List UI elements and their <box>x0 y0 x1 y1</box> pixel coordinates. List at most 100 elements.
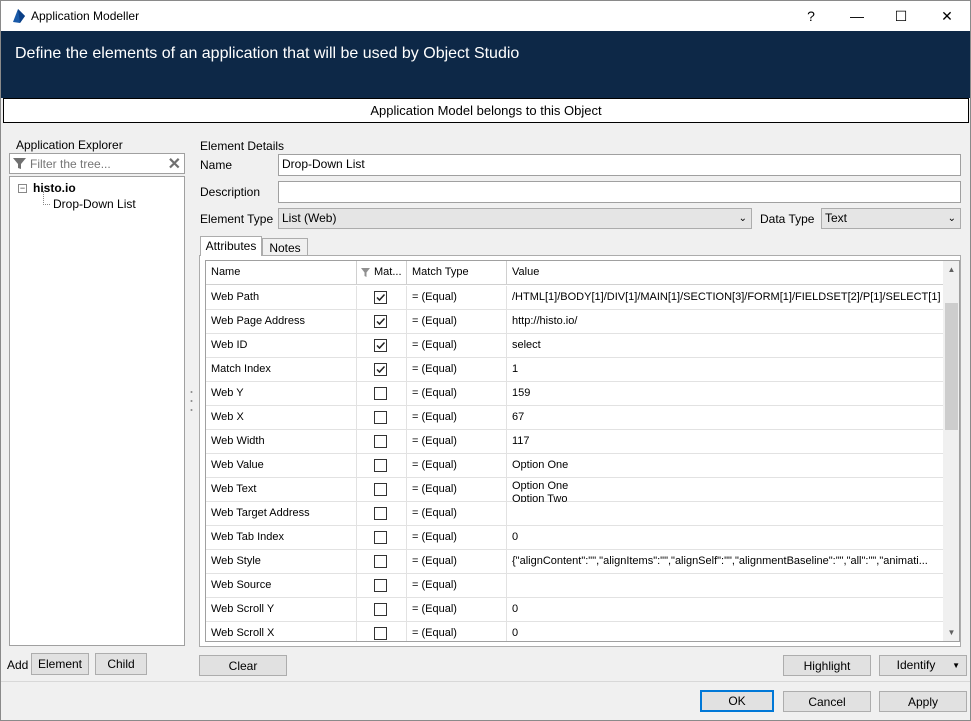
value-cell[interactable]: 0 <box>507 622 943 641</box>
table-row[interactable]: Web Target Address = (Equal) <box>206 502 943 526</box>
table-row[interactable]: Web Path = (Equal)/HTML[1]/BODY[1]/DIV[1]… <box>206 286 943 310</box>
tab-attributes[interactable]: Attributes <box>200 236 262 256</box>
match-cell <box>357 502 407 526</box>
match-type-cell[interactable]: = (Equal) <box>407 454 507 478</box>
match-type-cell[interactable]: = (Equal) <box>407 430 507 454</box>
filter-icon[interactable] <box>361 268 370 277</box>
table-row[interactable]: Web Source = (Equal) <box>206 574 943 598</box>
value-cell[interactable]: Option One <box>507 454 943 478</box>
splitter-grip-icon[interactable] <box>190 389 193 419</box>
add-child-button[interactable]: Child <box>95 653 147 675</box>
match-checkbox[interactable] <box>374 459 387 472</box>
match-type-cell[interactable]: = (Equal) <box>407 574 507 598</box>
match-checkbox-checked[interactable] <box>374 315 387 328</box>
table-row[interactable]: Web Width = (Equal) 117 <box>206 430 943 454</box>
match-checkbox[interactable] <box>374 627 387 640</box>
filter-input[interactable] <box>30 155 160 172</box>
data-type-select[interactable]: Text ⌄ <box>821 208 961 229</box>
tree-node-drop-down-list[interactable]: Drop-Down List <box>50 196 139 212</box>
match-checkbox-checked[interactable] <box>374 363 387 376</box>
match-checkbox[interactable] <box>374 603 387 616</box>
value-cell[interactable]: select <box>507 334 943 358</box>
description-field[interactable] <box>278 181 961 203</box>
value-cell[interactable]: {"alignContent":"","alignItems":"","alig… <box>507 550 943 574</box>
minimize-button[interactable]: — <box>834 1 880 31</box>
add-element-button[interactable]: Element <box>31 653 89 675</box>
value-cell[interactable]: 1 <box>507 358 943 382</box>
cancel-button[interactable]: Cancel <box>783 691 871 712</box>
table-row[interactable]: Web Page Address = (Equal) http://histo.io… <box>206 310 943 334</box>
scrollbar-thumb[interactable] <box>945 303 958 430</box>
highlight-button[interactable]: Highlight <box>783 655 871 676</box>
table-row[interactable]: Web Tab Index = (Equal) 0 <box>206 526 943 550</box>
match-checkbox-checked[interactable] <box>374 291 387 304</box>
name-field[interactable]: Drop-Down List <box>278 154 961 176</box>
match-type-cell[interactable]: = (Equal) <box>407 310 507 334</box>
column-header-name[interactable]: Name <box>206 261 357 285</box>
value-cell[interactable]: /HTML[1]/BODY[1]/DIV[1]/MAIN[1]/SECTION[… <box>507 286 943 310</box>
match-type-cell[interactable]: = (Equal) <box>407 502 507 526</box>
collapse-icon[interactable]: − <box>18 183 27 193</box>
match-type-cell[interactable]: = (Equal) <box>407 406 507 430</box>
match-type-cell[interactable]: = (Equal) <box>407 358 507 382</box>
column-header-match-type[interactable]: Match Type <box>407 261 507 285</box>
ok-button[interactable]: OK <box>700 690 774 712</box>
table-row[interactable]: Web X = (Equal) 67 <box>206 406 943 430</box>
match-checkbox-checked[interactable] <box>374 339 387 352</box>
value-cell[interactable]: 0 <box>507 526 943 550</box>
scroll-down-icon[interactable]: ▼ <box>943 624 959 641</box>
match-checkbox[interactable] <box>374 435 387 448</box>
help-button[interactable]: ? <box>788 1 834 31</box>
clear-filter-icon[interactable]: ✕ <box>168 154 181 174</box>
tree-connector <box>43 191 50 205</box>
value-cell[interactable]: Option One Option Two <box>507 478 943 502</box>
element-details-label: Element Details <box>200 139 285 153</box>
match-checkbox[interactable] <box>374 507 387 520</box>
match-type-cell[interactable]: = (Equal) <box>407 550 507 574</box>
value-cell[interactable]: 67 <box>507 406 943 430</box>
column-header-match[interactable]: Mat... <box>357 261 407 285</box>
value-cell[interactable] <box>507 574 943 598</box>
table-row[interactable]: Web Style = (Equal) {"alignContent":"","al… <box>206 550 943 574</box>
table-row[interactable]: Web Scroll X = (Equal) 0 <box>206 622 943 641</box>
match-checkbox[interactable] <box>374 579 387 592</box>
value-cell[interactable]: 0 <box>507 598 943 622</box>
identify-button[interactable]: Identify ▼ <box>879 655 967 676</box>
match-type-cell[interactable]: = (Equal) <box>407 598 507 622</box>
column-header-value[interactable]: Value <box>507 261 943 285</box>
match-type-cell[interactable]: = (Equal) <box>407 526 507 550</box>
value-cell[interactable] <box>507 502 943 526</box>
maximize-button[interactable]: ☐ <box>878 1 924 31</box>
close-button[interactable]: ✕ <box>924 1 970 31</box>
match-type-cell[interactable]: = (Equal) <box>407 622 507 641</box>
scroll-up-icon[interactable]: ▲ <box>943 261 959 278</box>
match-cell <box>357 382 407 406</box>
value-cell[interactable]: 159 <box>507 382 943 406</box>
match-checkbox[interactable] <box>374 411 387 424</box>
clear-button[interactable]: Clear <box>199 655 287 676</box>
table-row[interactable]: Web Text = (Equal) Option One Option Two <box>206 478 943 502</box>
apply-button[interactable]: Apply <box>879 691 967 712</box>
table-row[interactable]: Match Index = (Equal) 1 <box>206 358 943 382</box>
value-cell[interactable]: http://histo.io/ <box>507 310 943 334</box>
tab-notes[interactable]: Notes <box>262 238 308 256</box>
table-row[interactable]: Web Value = (Equal) Option One <box>206 454 943 478</box>
value-cell[interactable]: 117 <box>507 430 943 454</box>
dropdown-arrow-icon[interactable]: ▼ <box>952 656 960 675</box>
table-row[interactable]: Web Y = (Equal) 159 <box>206 382 943 406</box>
table-row[interactable]: Web ID = (Equal) select <box>206 334 943 358</box>
element-type-select[interactable]: List (Web) ⌄ <box>278 208 752 229</box>
attribute-name-cell: Web Path <box>206 286 357 310</box>
match-checkbox[interactable] <box>374 387 387 400</box>
table-row[interactable]: Web Scroll Y = (Equal) 0 <box>206 598 943 622</box>
match-type-cell[interactable]: = (Equal) <box>407 286 507 310</box>
tree-root-label[interactable]: histo.io <box>33 181 76 195</box>
match-type-cell[interactable]: = (Equal) <box>407 382 507 406</box>
match-type-cell[interactable]: = (Equal) <box>407 334 507 358</box>
footer-divider <box>1 681 970 682</box>
match-checkbox[interactable] <box>374 483 387 496</box>
vertical-scrollbar[interactable]: ▲ ▼ <box>943 261 959 641</box>
match-checkbox[interactable] <box>374 555 387 568</box>
match-checkbox[interactable] <box>374 531 387 544</box>
match-type-cell[interactable]: = (Equal) <box>407 478 507 502</box>
